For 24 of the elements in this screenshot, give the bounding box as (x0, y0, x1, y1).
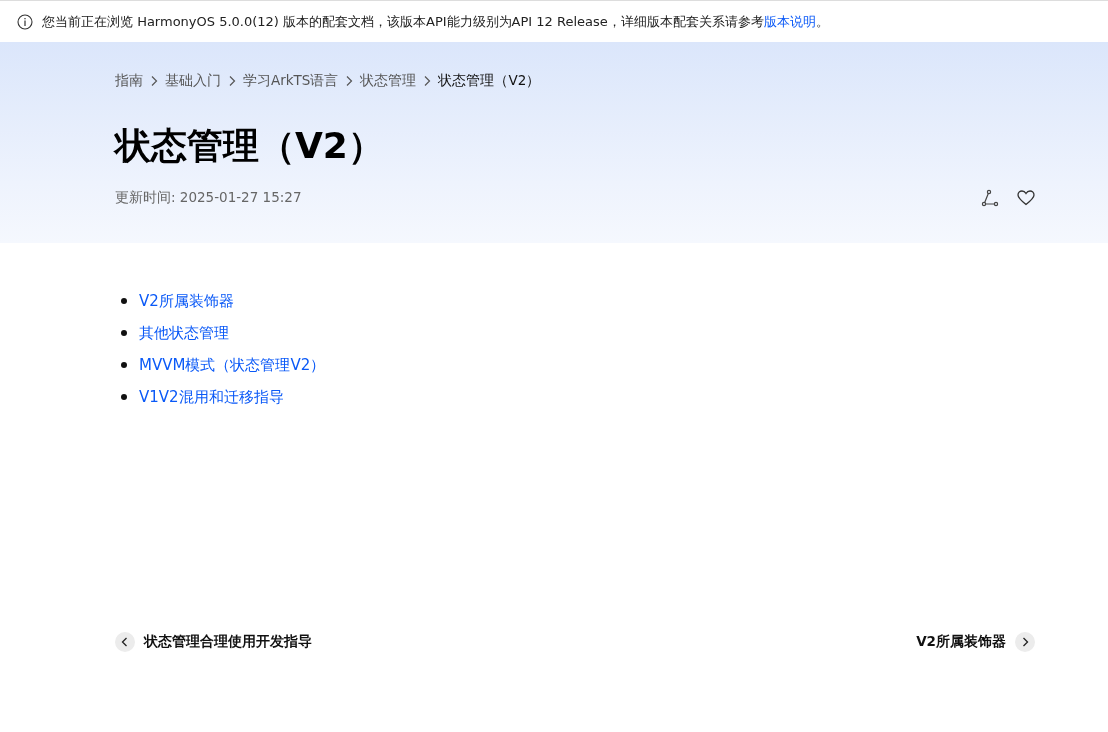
breadcrumb-link[interactable]: 学习ArkTS语言 (243, 72, 339, 90)
chevron-right-icon (150, 75, 158, 87)
version-notes-link[interactable]: 版本说明 (763, 13, 816, 29)
breadcrumb-link[interactable]: 基础入门 (165, 72, 221, 90)
breadcrumb-link[interactable]: 状态管理（V2） (438, 72, 541, 90)
chevron-right-icon (345, 75, 354, 87)
chevron-right-icon (228, 75, 236, 87)
chevron-right-icon (423, 75, 432, 87)
chevron-left-icon (115, 632, 135, 652)
toc-link[interactable]: MVVM模式（状态管理V2） (139, 355, 326, 375)
previous-page-link[interactable]: 状态管理合理使用开发指导 (115, 632, 312, 652)
toc-link[interactable]: V1V2混用和迁移指导 (139, 387, 284, 407)
share-icon[interactable] (981, 189, 999, 207)
toc-link[interactable]: V2所属装饰器 (139, 291, 234, 311)
page-title: 状态管理（V2） (115, 124, 385, 168)
update-time: 更新时间: 2025-01-27 15:27 (115, 189, 302, 207)
info-icon (17, 13, 33, 30)
chevron-right-icon (1015, 632, 1035, 652)
toc-link[interactable]: 其他状态管理 (139, 323, 229, 343)
breadcrumb-link[interactable]: 状态管理 (360, 72, 417, 90)
breadcrumb-link[interactable]: 指南 (115, 72, 143, 90)
heart-icon[interactable] (1017, 190, 1035, 206)
notice-text: 您当前正在浏览 HarmonyOS 5.0.0(12) 版本的配套文档，该版本API能力级别为API 12 Release，详细版本配套关系请参考版本说明。 (42, 12, 829, 31)
next-page-link[interactable]: V2所属装饰器 (916, 632, 1035, 652)
